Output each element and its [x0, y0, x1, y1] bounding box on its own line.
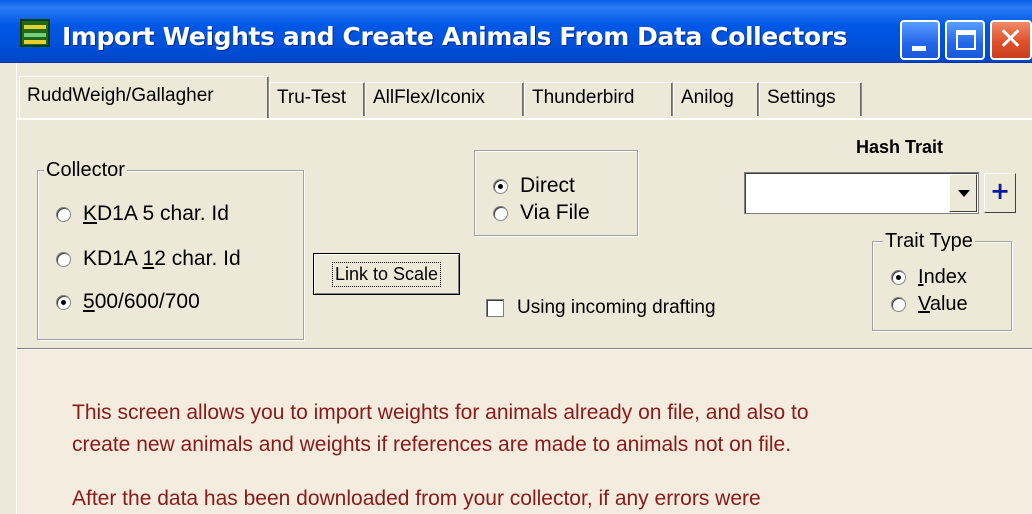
- maximize-button[interactable]: [945, 20, 985, 60]
- tab-bar: RuddWeigh/Gallagher Tru-Test AllFlex/Ico…: [17, 74, 1032, 118]
- info-panel: This screen allows you to import weights…: [17, 351, 1032, 514]
- collector-legend: Collector: [44, 159, 127, 182]
- radio-value[interactable]: [891, 297, 906, 312]
- window-title: Import Weights and Create Animals From D…: [62, 22, 848, 51]
- tab-anilog[interactable]: Anilog: [673, 82, 759, 116]
- info-line-1: This screen allows you to import weights…: [72, 401, 809, 424]
- tab-tru-test[interactable]: Tru-Test: [269, 82, 365, 116]
- close-icon: ✕: [998, 22, 1024, 57]
- close-button[interactable]: ✕: [990, 20, 1032, 60]
- trait-type-option-label: Value: [918, 293, 968, 315]
- connection-option-label: Via File: [520, 201, 590, 224]
- connection-option-via-file[interactable]: Via File: [493, 201, 590, 225]
- chevron-down-icon: [958, 190, 970, 197]
- app-farm-icon: [20, 19, 50, 47]
- section-divider: [17, 348, 1032, 350]
- hash-trait-dropdown[interactable]: [744, 172, 979, 214]
- tab-settings[interactable]: Settings: [759, 82, 862, 116]
- radio-500-600-700[interactable]: [56, 294, 71, 310]
- minimize-icon: [912, 46, 926, 51]
- dropdown-button[interactable]: [949, 174, 977, 212]
- maximize-icon: [956, 30, 976, 50]
- tab-panel-border: [17, 118, 1032, 120]
- tab-ruddweigh-gallagher[interactable]: RuddWeigh/Gallagher: [19, 76, 269, 118]
- collector-option-kd1a-5[interactable]: KD1A 5 char. Id: [56, 202, 229, 226]
- radio-direct[interactable]: [493, 178, 508, 194]
- radio-via-file[interactable]: [493, 205, 508, 221]
- info-line-3: After the data has been downloaded from …: [72, 487, 761, 510]
- collector-option-label: KD1A 12 char. Id: [83, 247, 241, 270]
- trait-type-option-value[interactable]: Value: [891, 293, 968, 316]
- link-to-scale-label: Link to Scale: [331, 261, 442, 287]
- minimize-button[interactable]: [900, 20, 940, 60]
- window-left-border: [0, 63, 17, 514]
- import-weights-window: Import Weights and Create Animals From D…: [0, 0, 1032, 514]
- incoming-drafting-checkbox[interactable]: [486, 299, 504, 317]
- trait-type-option-label: Index: [918, 266, 967, 288]
- collector-option-label: 500/600/700: [83, 290, 200, 313]
- trait-type-option-index[interactable]: Index: [891, 266, 967, 289]
- trait-type-group: Trait Type Index Value: [872, 230, 1012, 331]
- connection-group: Direct Via File: [474, 150, 638, 236]
- hash-trait-label: Hash Trait: [856, 137, 944, 157]
- collector-group: Collector KD1A 5 char. Id KD1A 12 char. …: [37, 159, 304, 340]
- connection-option-direct[interactable]: Direct: [493, 174, 575, 198]
- tab-thunderbird[interactable]: Thunderbird: [524, 82, 673, 116]
- incoming-drafting-label: Using incoming drafting: [517, 297, 716, 318]
- tab-allflex-iconix[interactable]: AllFlex/Iconix: [365, 82, 524, 116]
- trait-type-legend: Trait Type: [883, 230, 975, 253]
- collector-option-label: KD1A 5 char. Id: [83, 202, 229, 225]
- title-bar[interactable]: Import Weights and Create Animals From D…: [0, 0, 1032, 63]
- info-line-2: create new animals and weights if refere…: [72, 433, 792, 456]
- add-hash-trait-button[interactable]: +: [984, 173, 1016, 213]
- collector-option-500-600-700[interactable]: 500/600/700: [56, 290, 200, 314]
- radio-index[interactable]: [891, 270, 906, 285]
- radio-kd1a-5[interactable]: [56, 206, 71, 222]
- link-to-scale-button[interactable]: Link to Scale: [313, 253, 460, 295]
- collector-option-kd1a-12[interactable]: KD1A 12 char. Id: [56, 247, 241, 271]
- radio-kd1a-12[interactable]: [56, 251, 71, 267]
- connection-option-label: Direct: [520, 174, 575, 197]
